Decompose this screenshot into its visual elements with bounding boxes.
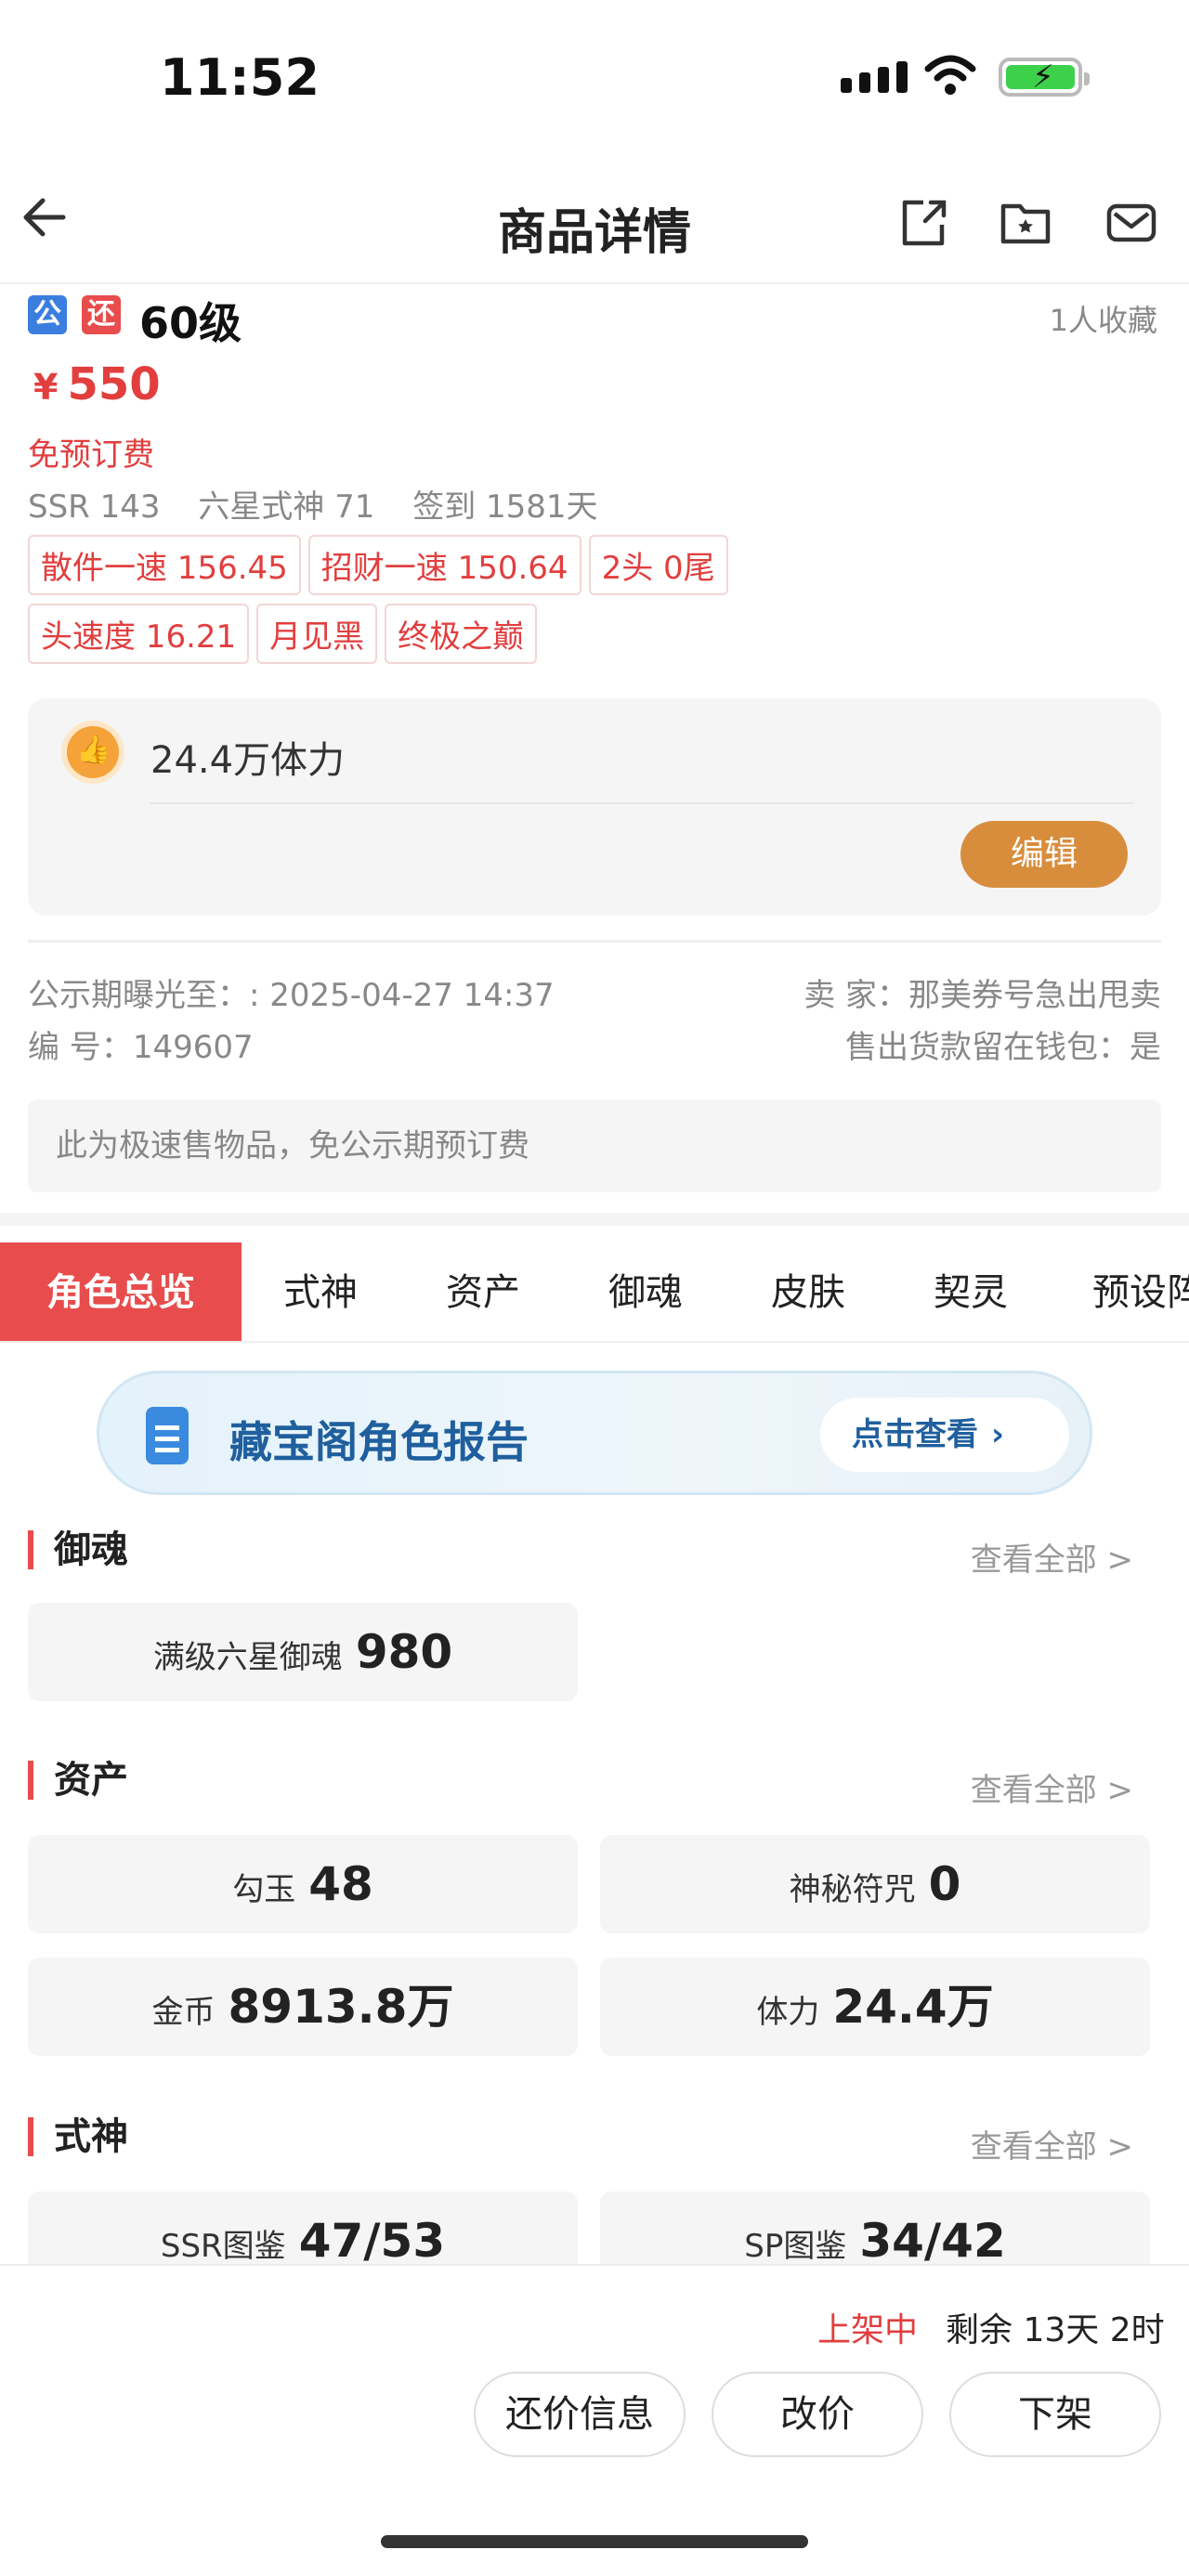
mail-icon[interactable] xyxy=(1105,197,1157,249)
stat-value: 34/42 xyxy=(859,2214,1006,2268)
item-number: 编 号：149607 xyxy=(28,1021,254,1067)
listing-status: 上架中 xyxy=(817,2311,919,2349)
notice-box: 此为极速售物品，免公示期预订费 xyxy=(28,1099,1161,1192)
seller-value[interactable]: 那美券号急出甩卖 xyxy=(908,977,1161,1014)
tag: 月见黑 xyxy=(256,604,378,664)
account-stats: SSR 143 六星式神 71 签到 1581天 xyxy=(28,481,626,527)
tag-row-2: 头速度 16.21 月见黑 终极之巅 xyxy=(28,604,1161,664)
tab-overview[interactable]: 角色总览 xyxy=(0,1242,242,1341)
banner-title: 藏宝阁角色报告 xyxy=(229,1417,529,1467)
tag: 散件一速 156.45 xyxy=(28,535,301,595)
stat-label: 满级六星御魂 xyxy=(152,1639,343,1676)
section-title-shikigami: 式神 xyxy=(28,2117,128,2156)
tag: 终极之巅 xyxy=(385,604,538,664)
status-time: 11:52 xyxy=(160,48,320,107)
cellular-signal-icon xyxy=(841,61,908,93)
return-badge: 还 xyxy=(82,295,121,334)
tag: 2头 0尾 xyxy=(588,535,728,595)
tag: 招财一速 150.64 xyxy=(307,535,581,595)
stat-checkin: 签到 1581天 xyxy=(412,488,598,526)
stat-label: SP图鉴 xyxy=(744,2228,847,2265)
remaining-time: 剩余 13天 2时 xyxy=(946,2311,1165,2349)
edit-button[interactable]: 编辑 xyxy=(960,821,1128,888)
wallet-label: 售出货款留在钱包： xyxy=(845,1029,1130,1066)
currency-symbol: ¥ xyxy=(33,367,59,408)
tab-yuhun[interactable]: 御魂 xyxy=(585,1242,706,1341)
stat-ssr: SSR 143 xyxy=(28,488,161,526)
stat-label: 勾玉 xyxy=(232,1871,296,1908)
stat-label: 金币 xyxy=(151,1994,216,2031)
tab-skins[interactable]: 皮肤 xyxy=(748,1242,869,1341)
nav-header: 商品详情 xyxy=(0,158,1189,284)
folder-star-icon[interactable] xyxy=(1000,197,1052,249)
seller-label: 卖 家： xyxy=(804,977,908,1014)
tab-shikigami[interactable]: 式神 xyxy=(260,1242,381,1341)
divider xyxy=(28,940,1161,943)
stat-value: 47/53 xyxy=(298,2214,446,2268)
stat-box-stamina: 体力 24.4万 xyxy=(600,1958,1150,2056)
view-all-shikigami[interactable]: 查看全部 > xyxy=(971,2121,1133,2166)
stat-box-mystery-charm: 神秘符咒 0 xyxy=(600,1835,1150,1933)
wallet-value: 是 xyxy=(1130,1029,1161,1066)
tab-spirits[interactable]: 契灵 xyxy=(910,1242,1031,1341)
home-indicator[interactable] xyxy=(381,2535,808,2548)
share-icon[interactable] xyxy=(897,197,949,249)
battery-icon: ⚡ xyxy=(999,58,1090,97)
tag-row-1: 散件一速 156.45 招财一速 150.64 2头 0尾 xyxy=(28,535,1161,595)
tag: 头速度 16.21 xyxy=(28,604,250,664)
stamina-card: 24.4万体力 编辑 xyxy=(28,698,1161,916)
section-title-assets: 资产 xyxy=(28,1761,128,1800)
section-gap xyxy=(0,1213,1189,1226)
page: 11:52 ⚡ 商品详情 公 还 60级 1人收藏 ¥ 550 免预订费 SSR… xyxy=(0,0,1189,2576)
seller: 卖 家：那美券号急出甩卖 xyxy=(804,969,1161,1015)
favorite-count[interactable]: 1人收藏 xyxy=(1050,297,1157,340)
stat-value: 980 xyxy=(355,1625,453,1679)
stat-value: 24.4万 xyxy=(832,1980,994,2034)
tab-presets[interactable]: 预设阵 xyxy=(1078,1242,1189,1341)
public-until-label: 公示期曝光至：: xyxy=(28,977,260,1014)
tab-assets[interactable]: 资产 xyxy=(423,1242,543,1341)
view-all-assets[interactable]: 查看全部 > xyxy=(971,1764,1133,1810)
stat-box-yuhun: 满级六星御魂 980 xyxy=(28,1603,578,1701)
view-report-button[interactable]: 点击查看 › xyxy=(820,1398,1069,1472)
change-price-button[interactable]: 改价 xyxy=(712,2372,923,2457)
price-value: 550 xyxy=(67,358,161,410)
wallet-setting: 售出货款留在钱包：是 xyxy=(845,1021,1161,1067)
chevron-right-icon: › xyxy=(991,1416,1005,1453)
stat-box-gouyu: 勾玉 48 xyxy=(28,1835,578,1933)
counter-offer-button[interactable]: 还价信息 xyxy=(474,2372,686,2457)
status-bar: 11:52 ⚡ xyxy=(0,0,1189,158)
tab-bar: 角色总览 式神 资产 御魂 皮肤 契灵 预设阵 xyxy=(0,1242,1189,1343)
wifi-icon xyxy=(924,55,976,95)
report-banner[interactable]: 藏宝阁角色报告 点击查看 › xyxy=(97,1371,1092,1495)
stat-box-gold: 金币 8913.8万 xyxy=(28,1958,578,2056)
stat-value: 0 xyxy=(928,1857,961,1911)
fee-note: 免预订费 xyxy=(28,436,154,474)
section-title-yuhun: 御魂 xyxy=(28,1530,128,1569)
stat-six-star: 六星式神 71 xyxy=(198,488,375,526)
stat-label: 体力 xyxy=(756,1994,820,2031)
divider xyxy=(150,802,1133,804)
public-badge: 公 xyxy=(28,295,67,334)
view-all-yuhun[interactable]: 查看全部 > xyxy=(971,1534,1133,1580)
stat-value: 48 xyxy=(308,1857,373,1911)
item-number-value: 149607 xyxy=(132,1029,254,1066)
public-until-value: 2025-04-27 14:37 xyxy=(269,977,555,1014)
bottom-action-bar: 上架中 剩余 13天 2时 还价信息 改价 下架 xyxy=(0,2264,1189,2576)
delist-button[interactable]: 下架 xyxy=(949,2372,1161,2457)
report-clipboard-icon xyxy=(146,1407,189,1464)
price: ¥550 xyxy=(33,358,161,410)
public-until: 公示期曝光至：: 2025-04-27 14:37 xyxy=(28,969,555,1015)
account-level: 60级 xyxy=(139,298,242,348)
thumbs-up-icon xyxy=(67,726,119,778)
item-number-label: 编 号： xyxy=(28,1029,133,1066)
view-report-label: 点击查看 xyxy=(852,1416,978,1453)
stamina-text: 24.4万体力 xyxy=(150,739,346,782)
stat-value: 8913.8万 xyxy=(228,1980,454,2034)
stat-label: 神秘符咒 xyxy=(789,1871,916,1908)
stat-label: SSR图鉴 xyxy=(160,2228,286,2265)
